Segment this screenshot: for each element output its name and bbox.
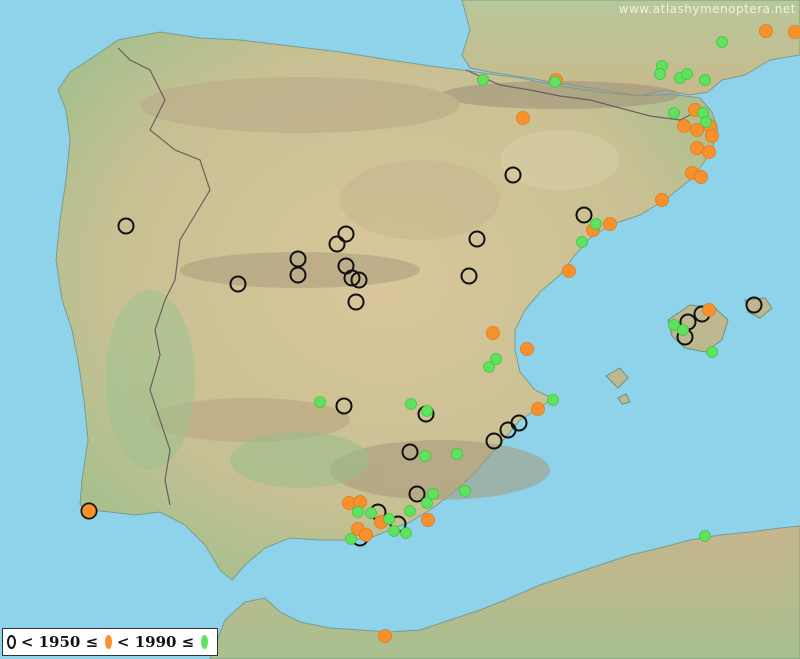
record-post-1990	[383, 513, 395, 525]
green-dot-icon	[201, 635, 208, 649]
record-pre-1950	[504, 166, 522, 184]
record-1950-1990	[705, 129, 719, 143]
record-1950-1990	[694, 170, 708, 184]
legend-label-1950: < 1950 ≤	[20, 633, 99, 651]
record-pre-1950	[337, 225, 355, 243]
record-post-1990	[421, 405, 433, 417]
orange-dot-icon	[105, 635, 112, 649]
records-pre-1950	[80, 166, 763, 547]
record-post-1990	[681, 68, 693, 80]
record-post-1990	[590, 218, 602, 230]
watermark: www.atlashymenoptera.net	[618, 2, 796, 16]
record-pre-1950	[117, 217, 135, 235]
records-layer	[80, 24, 800, 643]
record-1950-1990	[520, 342, 534, 356]
record-post-1990	[421, 497, 433, 509]
record-pre-1950	[289, 266, 307, 284]
record-pre-1950	[289, 250, 307, 268]
record-1950-1990	[359, 528, 373, 542]
record-1950-1990	[516, 111, 530, 125]
record-post-1990	[419, 450, 431, 462]
record-1950-1990	[82, 504, 96, 518]
record-pre-1950	[347, 293, 365, 311]
record-post-1990	[477, 74, 489, 86]
record-1950-1990	[690, 141, 704, 155]
record-1950-1990	[788, 25, 800, 39]
record-1950-1990	[531, 402, 545, 416]
record-pre-1950	[485, 432, 503, 450]
record-1950-1990	[759, 24, 773, 38]
record-post-1990	[405, 398, 417, 410]
record-post-1990	[352, 506, 364, 518]
record-pre-1950	[460, 267, 478, 285]
record-post-1990	[404, 505, 416, 517]
record-1950-1990	[421, 513, 435, 527]
record-post-1990	[549, 76, 561, 88]
record-pre-1950	[328, 235, 346, 253]
record-post-1990	[699, 530, 711, 542]
record-post-1990	[483, 361, 495, 373]
record-1950-1990	[702, 303, 716, 317]
record-1950-1990	[378, 629, 392, 643]
record-post-1990	[699, 74, 711, 86]
record-post-1990	[365, 507, 377, 519]
record-1950-1990	[655, 193, 669, 207]
record-pre-1950	[745, 296, 763, 314]
record-pre-1950	[335, 397, 353, 415]
record-pre-1950	[510, 414, 528, 432]
record-1950-1990	[677, 119, 691, 133]
record-1950-1990	[486, 326, 500, 340]
record-pre-1950	[575, 206, 593, 224]
record-post-1990	[451, 448, 463, 460]
record-post-1990	[547, 394, 559, 406]
record-post-1990	[459, 485, 471, 497]
record-pre-1950	[401, 443, 419, 461]
record-pre-1950	[499, 421, 517, 439]
record-post-1990	[388, 525, 400, 537]
record-1950-1990	[603, 217, 617, 231]
record-post-1990	[677, 324, 689, 336]
legend-label-1990: < 1990 ≤	[116, 633, 195, 651]
distribution-map: www.atlashymenoptera.net < 1950 ≤ < 1990…	[0, 0, 800, 659]
record-pre-1950	[468, 230, 486, 248]
record-post-1990	[700, 116, 712, 128]
record-1950-1990	[702, 145, 716, 159]
record-post-1990	[716, 36, 728, 48]
record-post-1990	[706, 346, 718, 358]
record-post-1990	[314, 396, 326, 408]
legend: < 1950 ≤ < 1990 ≤	[2, 628, 218, 656]
record-post-1990	[576, 236, 588, 248]
record-post-1990	[668, 107, 680, 119]
record-post-1990	[654, 68, 666, 80]
record-post-1990	[345, 533, 357, 545]
record-post-1990	[400, 527, 412, 539]
record-pre-1950	[229, 275, 247, 293]
record-pre-1950	[408, 485, 426, 503]
record-1950-1990	[562, 264, 576, 278]
open-circle-icon	[7, 635, 16, 649]
